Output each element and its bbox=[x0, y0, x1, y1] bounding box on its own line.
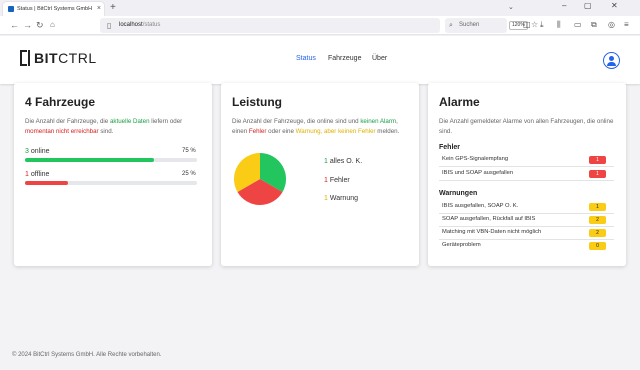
offline-progress-fill bbox=[25, 181, 68, 185]
library-icon[interactable]: ⫼ bbox=[557, 20, 561, 30]
legend-ok: 1 alles O. K. bbox=[324, 158, 363, 165]
alarm-row[interactable]: IBIS und SOAP ausgefallen 1 bbox=[439, 168, 614, 181]
nav-ueber[interactable]: Über bbox=[372, 55, 387, 62]
reload-icon[interactable]: ↻ bbox=[36, 19, 44, 31]
pocket-icon[interactable]: ◫ bbox=[523, 20, 531, 30]
offline-label: 1 offline bbox=[25, 171, 50, 178]
alarm-row[interactable]: Geräteproblem 0 bbox=[439, 240, 614, 253]
alarms-card: Alarme Die Anzahl gemeldeter Alarme von … bbox=[428, 83, 626, 266]
maximize-icon[interactable]: ▢ bbox=[584, 1, 592, 10]
logo-bracket-icon bbox=[20, 50, 27, 66]
user-avatar-icon[interactable] bbox=[603, 52, 620, 69]
errors-heading: Fehler bbox=[439, 144, 461, 151]
tab-title: Status | BitCtrl Systems GmbH bbox=[17, 6, 93, 12]
minimize-icon[interactable]: – bbox=[562, 1, 566, 10]
offline-progress-bar bbox=[25, 181, 197, 185]
logo[interactable]: BITCTRL bbox=[34, 50, 97, 66]
search-input[interactable]: ⌕ Suchen bbox=[445, 18, 507, 33]
forward-icon[interactable]: → bbox=[23, 19, 32, 31]
alarm-row[interactable]: Matching mit VBN-Daten nicht möglich 2 bbox=[439, 227, 614, 240]
sidebar-icon[interactable]: ▭ bbox=[574, 20, 582, 30]
url-text: localhost/status bbox=[119, 22, 161, 28]
online-progress-bar bbox=[25, 158, 197, 162]
online-percent: 75 % bbox=[182, 148, 196, 154]
bookmark-star-icon[interactable]: ☆ bbox=[531, 20, 538, 29]
app-header: BITCTRL Status Fahrzeuge Über bbox=[0, 36, 640, 84]
browser-navbar: ← → ↻ ⌂ ▯ localhost/status 120% ☆ ⌕ Such… bbox=[0, 16, 640, 35]
performance-description: Die Anzahl der Fahrzeuge, die online sin… bbox=[232, 118, 400, 135]
home-icon[interactable]: ⌂ bbox=[50, 19, 55, 31]
footer-copyright: © 2024 BitCtrl Systems GmbH. Alle Rechte… bbox=[12, 352, 162, 358]
alarm-count-badge: 1 bbox=[589, 156, 606, 164]
alarm-row[interactable]: IBIS ausgefallen, SOAP O. K. 1 bbox=[439, 201, 614, 214]
search-icon: ⌕ bbox=[449, 22, 453, 29]
alarm-count-badge: 2 bbox=[589, 229, 606, 237]
alarms-description: Die Anzahl gemeldeter Alarme von allen F… bbox=[439, 118, 614, 135]
menu-icon[interactable]: ≡ bbox=[624, 20, 629, 30]
extensions-icon[interactable]: ⧉ bbox=[591, 20, 597, 30]
alarm-count-badge: 1 bbox=[589, 203, 606, 211]
alarm-count-badge: 1 bbox=[589, 170, 606, 178]
vehicles-description: Die Anzahl der Fahrzeuge, die aktuelle D… bbox=[25, 118, 183, 135]
performance-card: Leistung Die Anzahl der Fahrzeuge, die o… bbox=[221, 83, 419, 266]
tab-list-icon[interactable]: ⌄ bbox=[508, 3, 514, 11]
vehicles-card: 4 Fahrzeuge Die Anzahl der Fahrzeuge, di… bbox=[14, 83, 212, 266]
browser-tab[interactable]: Status | BitCtrl Systems GmbH × bbox=[3, 2, 104, 16]
alarm-count-badge: 0 bbox=[589, 242, 606, 250]
url-bar[interactable]: ▯ localhost/status 120% ☆ bbox=[100, 18, 538, 33]
window-close-icon[interactable]: ✕ bbox=[611, 1, 618, 10]
download-icon[interactable]: ⤓ bbox=[540, 20, 544, 30]
legend-warning: 1 Warnung bbox=[324, 195, 358, 202]
alarm-count-badge: 2 bbox=[589, 216, 606, 224]
nav-fahrzeuge[interactable]: Fahrzeuge bbox=[328, 55, 361, 62]
new-tab-icon[interactable]: + bbox=[110, 2, 116, 14]
legend-error: 1 Fehler bbox=[324, 177, 350, 184]
offline-percent: 25 % bbox=[182, 171, 196, 177]
online-progress-fill bbox=[25, 158, 154, 162]
logo-bar-icon bbox=[28, 50, 30, 66]
online-label: 3 online bbox=[25, 148, 50, 155]
favicon-icon bbox=[8, 6, 14, 12]
warnings-heading: Warnungen bbox=[439, 190, 478, 197]
nav-status[interactable]: Status bbox=[296, 55, 316, 62]
search-placeholder: Suchen bbox=[459, 22, 480, 28]
alarm-row[interactable]: Kein GPS-Signalempfang 1 bbox=[439, 154, 614, 167]
status-pie-chart bbox=[233, 153, 287, 206]
close-tab-icon[interactable]: × bbox=[97, 2, 101, 16]
performance-title: Leistung bbox=[232, 95, 282, 109]
browser-tab-strip: Status | BitCtrl Systems GmbH × + ⌄ – ▢ … bbox=[0, 0, 640, 16]
back-icon[interactable]: ← bbox=[10, 19, 19, 31]
account-icon[interactable]: ◎ bbox=[608, 20, 615, 30]
alarms-title: Alarme bbox=[439, 95, 480, 109]
vehicles-title: 4 Fahrzeuge bbox=[25, 95, 96, 109]
alarm-row[interactable]: SOAP ausgefallen, Rückfall auf IBIS 2 bbox=[439, 214, 614, 227]
page-info-icon: ▯ bbox=[107, 21, 112, 30]
